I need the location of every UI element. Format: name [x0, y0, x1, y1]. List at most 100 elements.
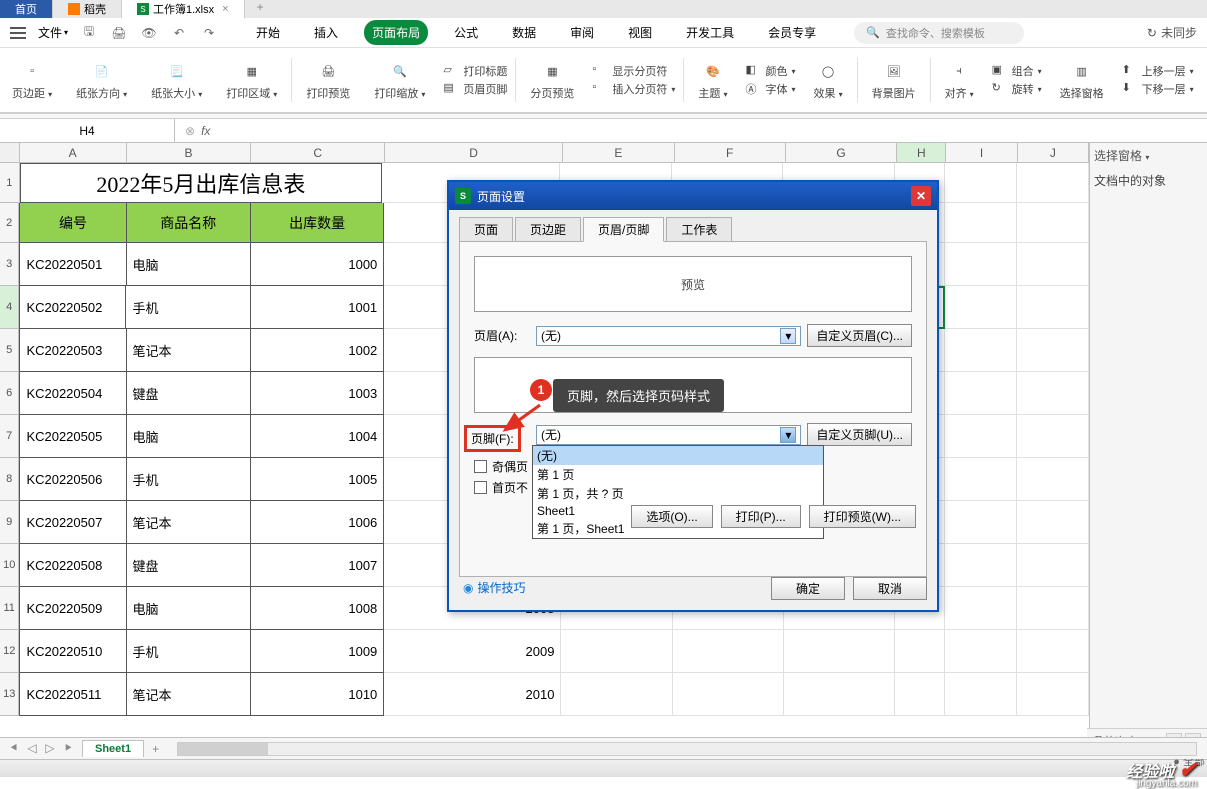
- data-cell[interactable]: [1017, 329, 1089, 372]
- page-break-preview-button[interactable]: ▦分页预览: [526, 57, 578, 103]
- data-cell[interactable]: [945, 286, 1017, 329]
- preview-quick-icon[interactable]: 👁: [140, 24, 158, 42]
- dropdown-item[interactable]: 第 1 页: [533, 465, 823, 484]
- data-cell[interactable]: KC20220509: [19, 587, 126, 630]
- sheet-last-button[interactable]: ⯈: [60, 741, 76, 756]
- data-cell[interactable]: [945, 458, 1017, 501]
- header-cell[interactable]: 商品名称: [127, 203, 252, 243]
- save-icon[interactable]: 🖫: [80, 24, 98, 42]
- header-cell[interactable]: 出库数量: [251, 203, 384, 243]
- tab-view[interactable]: 视图: [620, 20, 660, 45]
- row-header[interactable]: 11: [0, 587, 19, 630]
- tab-workbook[interactable]: S工作簿1.xlsx×: [122, 0, 245, 18]
- data-cell[interactable]: KC20220504: [19, 372, 126, 415]
- sync-status[interactable]: ↻ 未同步: [1147, 24, 1197, 41]
- col-header-b[interactable]: B: [127, 143, 252, 162]
- dropdown-item[interactable]: (无): [533, 446, 823, 465]
- sheet-tab[interactable]: Sheet1: [82, 740, 144, 757]
- data-cell[interactable]: [1017, 372, 1089, 415]
- col-header-i[interactable]: I: [946, 143, 1017, 162]
- header-combo[interactable]: (无)▾: [536, 326, 801, 346]
- theme-button[interactable]: 🎨主题 ▾: [694, 57, 731, 103]
- data-cell[interactable]: 1007: [251, 544, 384, 587]
- data-cell[interactable]: [673, 630, 784, 673]
- chevron-down-icon[interactable]: ▾: [780, 328, 796, 344]
- data-cell[interactable]: 2009: [384, 630, 561, 673]
- sheet-first-button[interactable]: ⯇: [6, 741, 22, 756]
- tab-daoke[interactable]: 稻壳: [53, 0, 122, 18]
- data-cell[interactable]: 1001: [251, 286, 384, 329]
- data-cell[interactable]: [945, 587, 1017, 630]
- fx-icon[interactable]: fx: [201, 124, 210, 138]
- name-box[interactable]: H4: [0, 119, 175, 142]
- data-cell[interactable]: 键盘: [127, 544, 252, 587]
- data-cell[interactable]: 1003: [251, 372, 384, 415]
- data-cell[interactable]: 手机: [126, 286, 250, 329]
- background-button[interactable]: 🖼背景图片: [868, 57, 920, 103]
- data-cell[interactable]: 1002: [251, 329, 384, 372]
- data-cell[interactable]: [1017, 415, 1089, 458]
- row-header[interactable]: 2: [0, 203, 19, 243]
- tab-formula[interactable]: 公式: [446, 20, 486, 45]
- bring-forward-button[interactable]: ⬆上移一层 ▾: [1122, 62, 1194, 80]
- data-cell[interactable]: [1017, 630, 1089, 673]
- data-cell[interactable]: [895, 630, 945, 673]
- align-button[interactable]: ⫞对齐 ▾: [941, 57, 978, 103]
- col-header-e[interactable]: E: [563, 143, 674, 162]
- dialog-close-button[interactable]: ✕: [911, 186, 931, 206]
- tab-home[interactable]: 首页: [0, 0, 53, 18]
- custom-footer-button[interactable]: 自定义页脚(U)...: [807, 423, 912, 446]
- print-titles-button[interactable]: ▱打印标题: [443, 62, 507, 80]
- data-cell[interactable]: [945, 501, 1017, 544]
- print-scale-button[interactable]: 🔍打印缩放 ▾: [370, 57, 429, 103]
- effect-button[interactable]: ◯效果 ▾: [810, 57, 847, 103]
- sheet-prev-button[interactable]: ◁: [24, 741, 40, 756]
- help-link[interactable]: ◉操作技巧: [463, 579, 526, 596]
- row-header[interactable]: 9: [0, 501, 19, 544]
- data-cell[interactable]: [1017, 286, 1089, 329]
- search-input[interactable]: 🔍 查找命令、搜索模板: [854, 22, 1024, 44]
- print-preview-button[interactable]: 🖨打印预览: [302, 57, 354, 103]
- data-cell[interactable]: 笔记本: [127, 501, 252, 544]
- header-footer-button[interactable]: ▤页眉页脚: [443, 80, 507, 98]
- row-header[interactable]: 13: [0, 673, 19, 716]
- dialog-titlebar[interactable]: S 页面设置 ✕: [449, 182, 937, 210]
- data-cell[interactable]: 笔记本: [127, 329, 252, 372]
- data-cell[interactable]: 1000: [251, 243, 384, 286]
- margins-button[interactable]: ▫页边距 ▾: [8, 57, 56, 103]
- data-cell[interactable]: [945, 544, 1017, 587]
- row-header[interactable]: 4: [0, 286, 19, 329]
- col-header-j[interactable]: J: [1018, 143, 1089, 162]
- tab-margins[interactable]: 页边距: [515, 217, 581, 242]
- add-sheet-button[interactable]: +: [144, 740, 167, 758]
- data-cell[interactable]: [1017, 587, 1089, 630]
- data-cell[interactable]: 笔记本: [127, 673, 252, 716]
- print-area-button[interactable]: ▦打印区域 ▾: [222, 57, 281, 103]
- data-cell[interactable]: [945, 415, 1017, 458]
- row-header[interactable]: 10: [0, 544, 19, 587]
- sheet-next-button[interactable]: ▷: [42, 741, 58, 756]
- data-cell[interactable]: [945, 372, 1017, 415]
- tab-page-layout[interactable]: 页面布局: [364, 20, 428, 45]
- data-cell[interactable]: 1005: [251, 458, 384, 501]
- data-cell[interactable]: KC20220511: [19, 673, 126, 716]
- data-cell[interactable]: KC20220502: [19, 286, 126, 329]
- group-button[interactable]: ▣组合 ▾: [992, 62, 1042, 80]
- row-header[interactable]: 12: [0, 630, 19, 673]
- horizontal-scrollbar[interactable]: [177, 742, 1197, 756]
- row-header[interactable]: 6: [0, 372, 19, 415]
- header-cell[interactable]: 编号: [19, 203, 126, 243]
- col-header-h[interactable]: H: [897, 143, 946, 162]
- data-cell[interactable]: [561, 673, 672, 716]
- data-cell[interactable]: 手机: [127, 458, 252, 501]
- cancel-formula-icon[interactable]: ⊗: [185, 124, 195, 138]
- title-cell[interactable]: 2022年5月出库信息表: [20, 163, 383, 203]
- data-cell[interactable]: 键盘: [127, 372, 252, 415]
- custom-header-button[interactable]: 自定义页眉(C)...: [807, 324, 912, 347]
- col-header-c[interactable]: C: [251, 143, 385, 162]
- data-cell[interactable]: KC20220506: [19, 458, 126, 501]
- tab-insert[interactable]: 插入: [306, 20, 346, 45]
- data-cell[interactable]: [561, 630, 672, 673]
- show-page-break-button[interactable]: ▫显示分页符: [592, 62, 675, 80]
- footer-combo[interactable]: (无)▾: [536, 425, 801, 445]
